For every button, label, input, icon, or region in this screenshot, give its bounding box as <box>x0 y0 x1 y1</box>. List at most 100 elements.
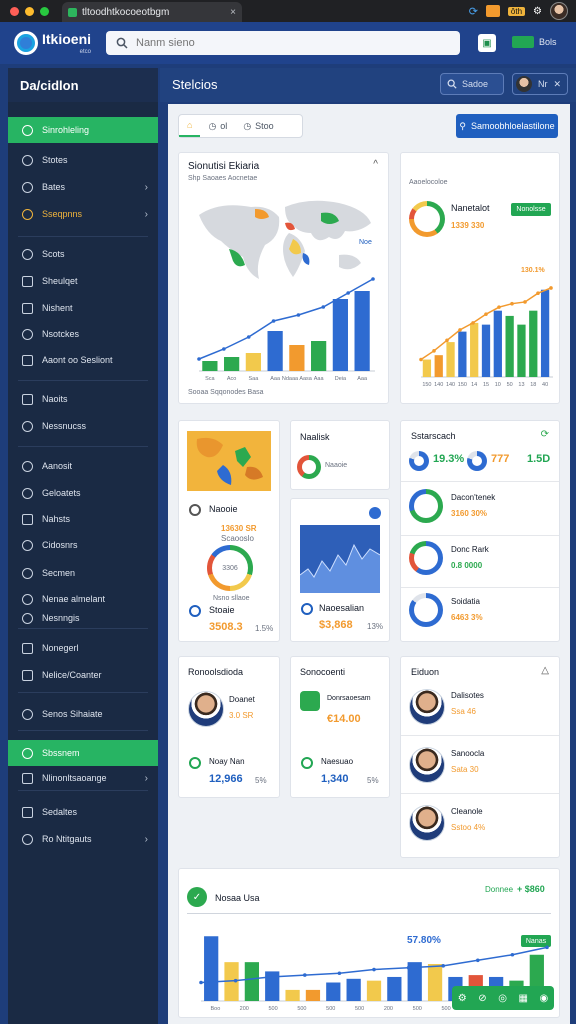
apps-icon[interactable]: ▣ <box>478 34 496 52</box>
bar[interactable] <box>540 289 550 377</box>
info-icon[interactable] <box>301 603 313 615</box>
gear-icon[interactable]: ⚙ <box>533 6 542 17</box>
profile-menu[interactable]: Nr ✕ <box>512 73 568 95</box>
sidebar-item[interactable]: Senos Sihaiate <box>8 701 158 727</box>
bar[interactable] <box>366 980 382 1001</box>
primary-action-button[interactable]: ⚲ Samoobhloelastilone <box>456 114 558 138</box>
logo[interactable]: Itkioeni etco <box>14 31 91 55</box>
extension-badge[interactable]: ôth <box>507 6 526 16</box>
avatar[interactable] <box>409 747 445 783</box>
bar[interactable] <box>481 324 491 377</box>
bar[interactable] <box>285 989 300 1001</box>
chevron-right-icon[interactable]: › <box>145 182 148 193</box>
bar[interactable] <box>244 962 260 1001</box>
bar[interactable] <box>422 359 432 377</box>
warning-icon[interactable]: △ <box>541 665 549 676</box>
sidebar-item[interactable]: Stotes <box>8 147 158 173</box>
app-icon[interactable] <box>300 691 320 711</box>
global-search[interactable] <box>106 31 460 55</box>
tab-third[interactable]: ◷ Stoo <box>235 115 281 137</box>
sidebar-item[interactable]: Sinrohleling <box>8 117 158 143</box>
maximize-window-icon[interactable] <box>40 6 49 16</box>
chevron-right-icon[interactable]: › <box>145 773 148 784</box>
sidebar-item[interactable]: Nlinonltsaoange › <box>8 765 158 791</box>
sidebar-item[interactable]: Nonegerl <box>8 635 158 661</box>
sidebar-item[interactable]: Geloatets <box>8 480 158 506</box>
check-icon[interactable] <box>301 757 313 769</box>
header-search-button[interactable]: Sadoe <box>440 73 504 95</box>
tab-close-icon[interactable]: × <box>230 7 236 18</box>
bar[interactable] <box>326 982 341 1002</box>
link-icon[interactable]: ⊘ <box>478 993 486 1004</box>
sidebar-item[interactable]: Bates › <box>8 174 158 200</box>
sidebar-item[interactable]: Sseqpnns › <box>8 201 158 227</box>
sidebar-item[interactable]: Nahsts <box>8 506 158 532</box>
sidebar-item[interactable]: Secmen <box>8 560 158 586</box>
grid-icon[interactable]: ▦ <box>518 993 527 1004</box>
settings-icon[interactable] <box>189 605 201 617</box>
bar[interactable] <box>427 964 443 1001</box>
bar[interactable] <box>311 341 327 371</box>
bar[interactable] <box>387 976 402 1001</box>
share-icon[interactable] <box>369 507 381 519</box>
chevron-right-icon[interactable]: › <box>145 209 148 220</box>
bar[interactable] <box>458 331 467 377</box>
bar[interactable] <box>529 310 538 377</box>
bar[interactable] <box>434 355 443 377</box>
bar[interactable] <box>332 299 348 371</box>
chevron-right-icon[interactable]: › <box>145 834 148 845</box>
sidebar-item[interactable]: Sheulqet <box>8 268 158 294</box>
sidebar-item[interactable]: Sedaltes <box>8 799 158 825</box>
close-window-icon[interactable] <box>10 6 19 16</box>
sidebar-item[interactable]: Nelice/Coanter <box>8 662 158 688</box>
extension-icon[interactable]: ⟳ <box>469 5 478 18</box>
extension-badge-icon[interactable] <box>485 5 500 17</box>
bar[interactable] <box>305 989 321 1001</box>
avatar[interactable] <box>409 689 445 725</box>
bar[interactable] <box>224 357 240 371</box>
bar[interactable] <box>493 310 502 377</box>
gear-icon[interactable]: ⚙ <box>458 993 467 1004</box>
bar[interactable] <box>267 331 283 371</box>
refresh-icon[interactable]: ⟳ <box>541 429 549 440</box>
bar[interactable] <box>354 291 370 371</box>
bar[interactable] <box>517 324 526 377</box>
avatar[interactable] <box>188 691 224 727</box>
chevron-up-icon[interactable]: ^ <box>373 159 378 170</box>
check-icon[interactable]: ✓ <box>187 887 207 907</box>
check-icon[interactable] <box>189 757 201 769</box>
sidebar-item[interactable]: Cidosnrs <box>8 532 158 558</box>
sidebar-item[interactable]: Nesnngis <box>8 605 158 631</box>
avatar[interactable] <box>550 2 568 20</box>
sidebar-item[interactable]: Sbssnem <box>8 740 158 766</box>
bar[interactable] <box>470 322 479 377</box>
bar[interactable] <box>289 345 305 371</box>
bar[interactable] <box>446 342 455 377</box>
sidebar-item[interactable]: Aaont oo Sesliont <box>8 347 158 373</box>
tab-second[interactable]: ◷ ol <box>200 115 235 137</box>
bar[interactable] <box>505 315 514 377</box>
sidebar-item[interactable]: Nishent <box>8 295 158 321</box>
sidebar-item[interactable]: Nessnucss <box>8 413 158 439</box>
circle-icon[interactable]: ◉ <box>539 993 548 1004</box>
sidebar-item[interactable]: Naoits <box>8 386 158 412</box>
browser-tab[interactable]: tltoodhtkocoeotbgm × <box>62 2 242 22</box>
avatar[interactable] <box>409 805 445 841</box>
bar[interactable] <box>202 361 218 371</box>
tab-home[interactable]: ⌂ <box>179 115 201 137</box>
card-title: Ronoolsdioda <box>188 667 244 677</box>
sidebar-item[interactable]: Ro Ntitgauts › <box>8 826 158 852</box>
status-badge[interactable]: Nonolsse <box>511 203 551 216</box>
close-icon[interactable]: ✕ <box>554 79 562 90</box>
camera-icon[interactable]: ◎ <box>498 993 507 1004</box>
search-input[interactable] <box>136 37 436 49</box>
sidebar-item[interactable]: Nsotckes <box>8 321 158 347</box>
minimize-window-icon[interactable] <box>25 6 34 16</box>
info-icon[interactable] <box>189 504 201 516</box>
sidebar-item[interactable]: Aanosit <box>8 453 158 479</box>
bar[interactable] <box>204 936 219 1001</box>
bar[interactable] <box>245 353 261 371</box>
status-indicator[interactable]: Bols <box>512 36 557 48</box>
bar[interactable] <box>346 978 361 1001</box>
sidebar-item[interactable]: Scots <box>8 241 158 267</box>
